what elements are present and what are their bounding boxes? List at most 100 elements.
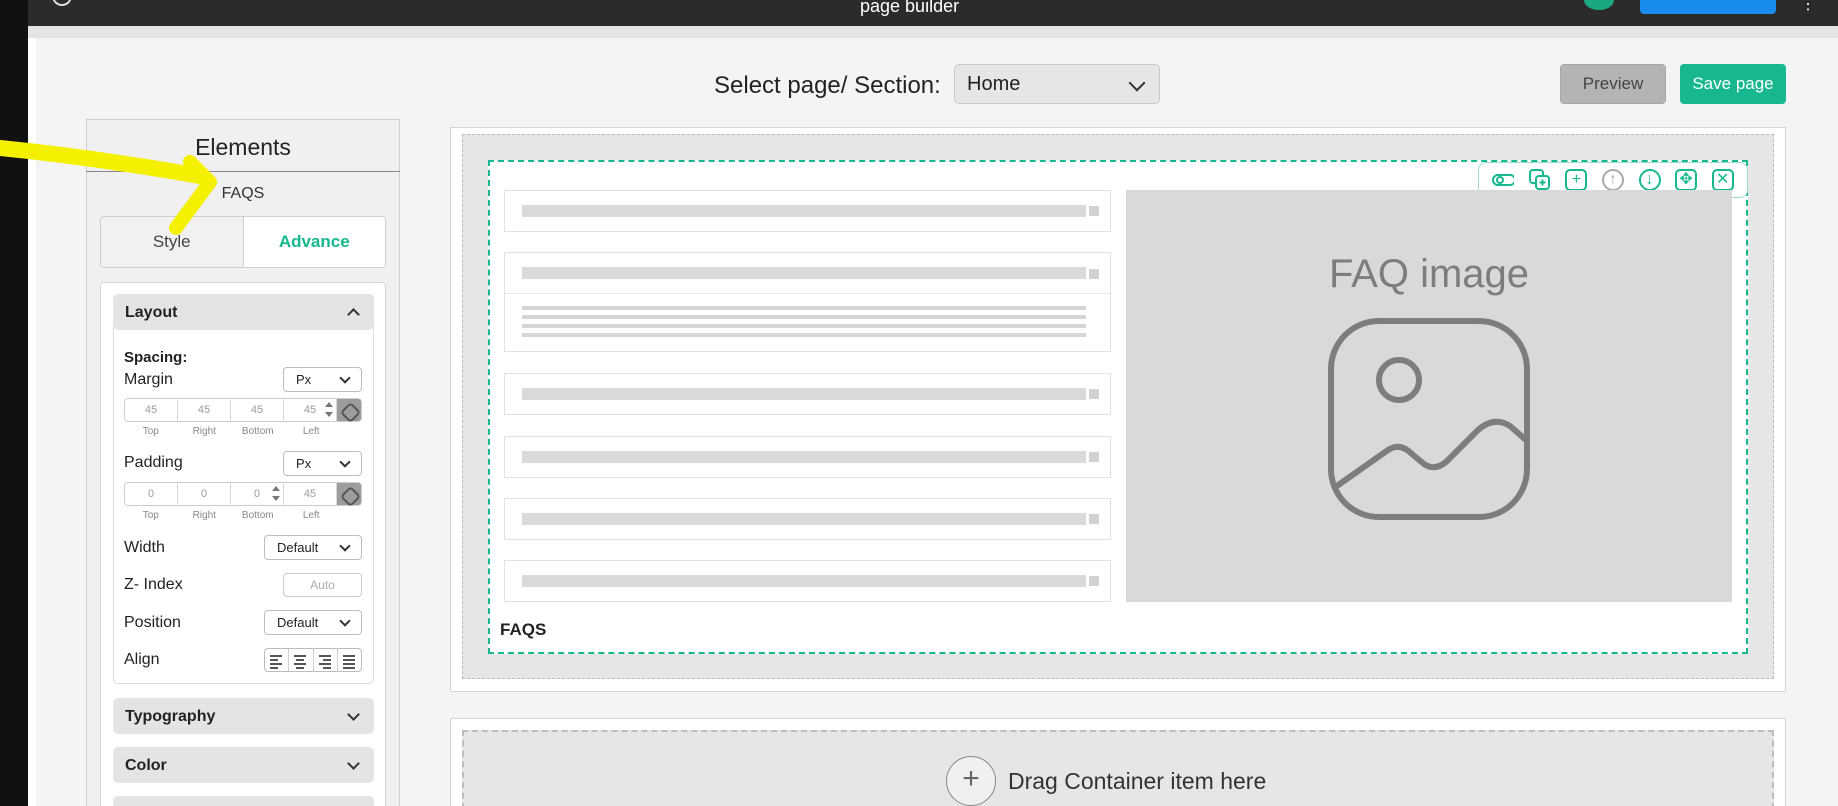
- margin-label: Margin: [124, 371, 173, 388]
- highlight-arrow: [0, 140, 217, 235]
- more-icon[interactable]: ⋮: [1800, 0, 1816, 14]
- color-heading: Color: [125, 757, 167, 774]
- stepper-up-icon[interactable]: [325, 402, 333, 407]
- left-edge: [0, 0, 28, 806]
- answer-line: [522, 315, 1086, 319]
- add-icon[interactable]: +: [1565, 169, 1588, 191]
- faq-item[interactable]: [504, 190, 1111, 232]
- align-left-icon[interactable]: [265, 649, 290, 671]
- position-select[interactable]: Default: [264, 610, 362, 635]
- layout-accordion-header[interactable]: Layout: [113, 294, 374, 330]
- page-select-value: Home: [967, 73, 1021, 95]
- question-placeholder: [522, 513, 1086, 525]
- padding-unit-select[interactable]: Px: [283, 451, 362, 476]
- padding-top-input[interactable]: 0: [125, 483, 178, 505]
- preview-button[interactable]: Preview: [1560, 64, 1666, 104]
- align-center-icon[interactable]: [289, 649, 314, 671]
- answer-line: [522, 333, 1086, 337]
- margin-top-input[interactable]: 45: [125, 399, 178, 421]
- expand-icon[interactable]: [1089, 452, 1099, 462]
- expand-icon[interactable]: [1089, 206, 1099, 216]
- side-label: Right: [192, 426, 216, 437]
- side-label: Left: [302, 426, 320, 437]
- add-container-icon[interactable]: +: [946, 756, 996, 806]
- link-icon[interactable]: [337, 483, 361, 505]
- image-icon: [1328, 318, 1530, 520]
- tab-advance[interactable]: Advance: [243, 217, 385, 267]
- padding-right-input[interactable]: 0: [178, 483, 231, 505]
- padding-left-input[interactable]: 45: [284, 483, 337, 505]
- faq-item[interactable]: [504, 498, 1111, 540]
- question-placeholder: [522, 575, 1086, 587]
- drag-move-icon[interactable]: ✥: [1675, 169, 1698, 191]
- stepper-down-icon[interactable]: [325, 412, 333, 417]
- spacing-label: Spacing:: [124, 349, 188, 366]
- close-icon[interactable]: ✕: [1711, 169, 1734, 191]
- margin-left-input[interactable]: 45: [284, 399, 337, 421]
- faq-item-expanded[interactable]: [504, 252, 1111, 352]
- duplicate-icon[interactable]: [1528, 169, 1551, 191]
- align-right-icon[interactable]: [314, 649, 338, 671]
- divider: [505, 293, 1110, 294]
- chevron-down-icon: [347, 708, 360, 721]
- question-placeholder: [522, 267, 1086, 279]
- subheader-strip: [28, 26, 1838, 38]
- typography-accordion-header[interactable]: Typography: [113, 698, 374, 734]
- width-select[interactable]: Default: [264, 535, 362, 560]
- faq-item[interactable]: [504, 560, 1111, 602]
- faq-item[interactable]: [504, 436, 1111, 478]
- align-label: Align: [124, 651, 160, 668]
- faq-caption: FAQS: [500, 620, 547, 639]
- padding-inputs: 0 0 0 45: [124, 482, 362, 506]
- answer-line: [522, 306, 1086, 310]
- collapse-icon[interactable]: [1089, 269, 1099, 279]
- side-label: Right: [192, 510, 216, 521]
- side-label: Bottom: [241, 426, 274, 437]
- padding-side-labels: Top Right Bottom Left: [124, 510, 338, 521]
- side-label: Bottom: [241, 510, 274, 521]
- color-accordion-header[interactable]: Color: [113, 747, 374, 783]
- stepper-down-icon[interactable]: [272, 496, 280, 501]
- align-justify-icon[interactable]: [338, 649, 361, 671]
- faq-image-label: FAQ image: [1328, 252, 1530, 296]
- chevron-down-icon: [339, 615, 351, 627]
- question-placeholder: [522, 388, 1086, 400]
- save-page-button[interactable]: Save page: [1680, 64, 1786, 104]
- margin-bottom-input[interactable]: 45: [231, 399, 284, 421]
- padding-label: Padding: [124, 454, 183, 471]
- more-accordion-header[interactable]: [113, 796, 374, 806]
- publish-button[interactable]: [1640, 0, 1776, 14]
- chevron-down-icon: [339, 540, 351, 552]
- padding-bottom-input[interactable]: 0: [231, 483, 284, 505]
- stepper-up-icon[interactable]: [272, 486, 280, 491]
- zindex-label: Z- Index: [124, 576, 183, 593]
- answer-line: [522, 324, 1086, 328]
- margin-unit-select[interactable]: Px: [283, 367, 362, 392]
- expand-icon[interactable]: [1089, 514, 1099, 524]
- position-label: Position: [124, 614, 181, 631]
- align-button-group: [264, 648, 362, 672]
- link-icon[interactable]: [337, 399, 361, 421]
- width-value: Default: [277, 540, 319, 555]
- zindex-input[interactable]: Auto: [283, 573, 362, 597]
- faq-item[interactable]: [504, 373, 1111, 415]
- toggle-visibility-icon[interactable]: [1492, 169, 1515, 191]
- chevron-down-icon: [347, 757, 360, 770]
- margin-unit-value: Px: [296, 372, 312, 387]
- question-placeholder: [522, 451, 1086, 463]
- margin-left-value: 45: [303, 404, 317, 416]
- padding-unit-value: Px: [296, 456, 312, 471]
- chevron-down-icon: [339, 372, 351, 384]
- chevron-up-icon: [347, 308, 360, 321]
- page-select[interactable]: Home: [954, 64, 1160, 104]
- move-up-icon[interactable]: ↑: [1601, 169, 1624, 191]
- move-down-icon[interactable]: ↓: [1638, 169, 1661, 191]
- expand-icon[interactable]: [1089, 389, 1099, 399]
- typography-heading: Typography: [125, 708, 216, 725]
- width-label: Width: [124, 539, 165, 556]
- margin-side-labels: Top Right Bottom Left: [124, 426, 338, 437]
- chevron-down-icon: [1128, 74, 1146, 92]
- expand-icon[interactable]: [1089, 576, 1099, 586]
- side-label: Top: [142, 426, 159, 437]
- margin-right-input[interactable]: 45: [178, 399, 231, 421]
